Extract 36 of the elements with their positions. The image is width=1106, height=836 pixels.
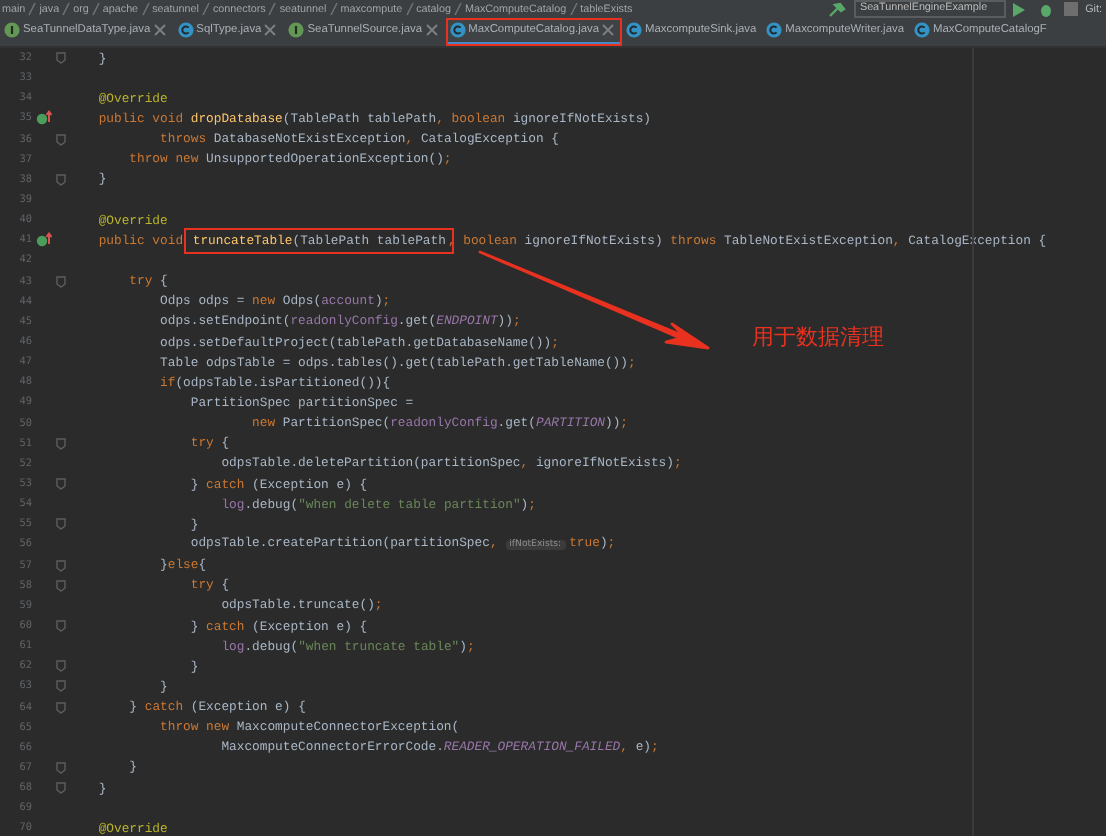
hammer-icon[interactable]: [828, 1, 847, 17]
separator-icon: [569, 2, 578, 16]
fold-icon[interactable]: [56, 275, 66, 288]
fold-icon[interactable]: [56, 478, 66, 491]
stop-icon[interactable]: [1064, 2, 1079, 16]
separator-icon: [453, 2, 462, 16]
separator-icon: [141, 2, 150, 16]
override-icon[interactable]: [35, 110, 51, 127]
class-file-icon: [914, 22, 930, 38]
class-file-icon: [626, 22, 643, 38]
separator-icon: [268, 2, 277, 16]
fold-icon[interactable]: [56, 437, 66, 450]
separator-icon: [201, 2, 210, 16]
separator-icon: [405, 2, 414, 16]
separator-icon: [91, 2, 100, 16]
close-icon[interactable]: [425, 24, 438, 36]
separator-icon: [62, 2, 71, 16]
class-file-icon: [766, 22, 783, 38]
close-icon[interactable]: [153, 24, 166, 36]
annotation-label: 用于数据清理: [752, 324, 884, 352]
fold-icon[interactable]: [56, 173, 66, 186]
separator-icon: [28, 2, 37, 16]
interface-file-icon: [288, 22, 305, 38]
close-icon[interactable]: [602, 24, 615, 36]
separator-icon: [329, 2, 338, 16]
interface-file-icon: [4, 22, 20, 38]
class-file-icon: [449, 22, 466, 38]
fold-icon[interactable]: [56, 133, 66, 146]
fold-icon[interactable]: [56, 620, 66, 632]
class-file-icon: [177, 22, 194, 38]
fold-icon[interactable]: [56, 518, 66, 531]
debug-icon[interactable]: [1037, 1, 1054, 17]
override-icon[interactable]: [35, 232, 51, 249]
close-icon[interactable]: [264, 24, 277, 36]
fold-icon[interactable]: [56, 52, 66, 65]
run-icon[interactable]: [1012, 1, 1027, 17]
